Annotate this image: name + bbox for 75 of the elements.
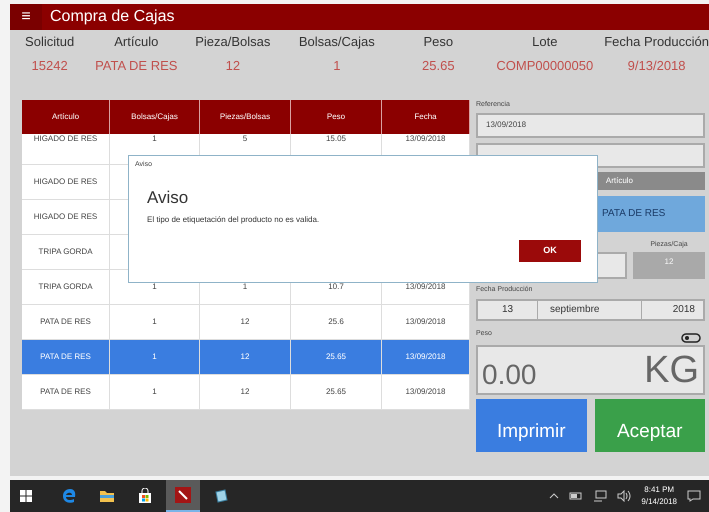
windows-start-icon[interactable] bbox=[20, 490, 32, 502]
reference-field[interactable]: 13/09/2018 bbox=[476, 112, 705, 138]
table-cell: PATA DE RES bbox=[40, 317, 91, 327]
table-cell: 12 bbox=[240, 387, 250, 397]
summary-label: Artículo bbox=[114, 33, 158, 51]
pieces-field: 12 bbox=[633, 252, 705, 279]
weight-unit: KG bbox=[644, 350, 699, 388]
weight-value: 0.00 bbox=[482, 360, 536, 388]
battery-icon[interactable] bbox=[569, 492, 584, 500]
column-header: Piezas/Bolsas bbox=[200, 100, 291, 134]
column-header: Bolsas/Cajas bbox=[110, 100, 200, 134]
summary-value: 12 bbox=[226, 56, 240, 74]
table-cell: HIGADO DE RES bbox=[34, 134, 98, 144]
month-text: septiembre bbox=[538, 300, 642, 318]
shopping-bag-icon bbox=[137, 488, 153, 504]
table-cell: HIGADO DE RES bbox=[34, 212, 98, 222]
summary-value: 15242 bbox=[32, 56, 68, 74]
table-cell: 25.6 bbox=[328, 317, 344, 327]
menu-icon[interactable]: ≡ bbox=[10, 4, 42, 30]
table-cell: 12 bbox=[240, 317, 250, 327]
summary-value: PATA DE RES bbox=[95, 56, 178, 74]
summary-label: Lote bbox=[532, 33, 558, 51]
notification-icon[interactable] bbox=[687, 490, 701, 502]
app-icon bbox=[175, 487, 191, 503]
browser-e-icon bbox=[61, 488, 77, 504]
table-cell: 1 bbox=[242, 282, 248, 292]
column-header: Fecha bbox=[382, 100, 470, 134]
day-text: 13 bbox=[478, 300, 538, 318]
dialog-message: El tipo de etiquetación del producto no es valida. bbox=[147, 214, 320, 226]
clock-date: 9/14/2018 bbox=[641, 496, 677, 508]
summary-label: Peso bbox=[424, 33, 454, 51]
column-header: Peso bbox=[291, 100, 382, 134]
summary-value: 1 bbox=[333, 56, 340, 74]
table-cell: 25.65 bbox=[326, 352, 346, 362]
table-cell: 13/09/2018 bbox=[405, 282, 446, 292]
table-cell: 1 bbox=[152, 282, 157, 292]
action-button[interactable]: Imprimir bbox=[476, 398, 586, 452]
date-picker[interactable]: 13 septiembre 2018 bbox=[476, 298, 705, 320]
table-cell: 13/09/2018 bbox=[405, 387, 446, 397]
summary-value: 9/13/2018 bbox=[628, 56, 686, 74]
table-cell: 13/09/2018 bbox=[405, 352, 446, 362]
table-cell: 1 bbox=[152, 387, 157, 397]
notepad-icon bbox=[213, 488, 229, 504]
folder-icon bbox=[99, 489, 115, 503]
table-cell: 25.65 bbox=[326, 387, 346, 397]
table-cell: 5 bbox=[242, 134, 248, 144]
network-icon[interactable] bbox=[593, 490, 608, 502]
table-cell: HIGADO DE RES bbox=[34, 177, 98, 187]
table-cell: PATA DE RES bbox=[40, 352, 91, 362]
chevron-up-icon[interactable] bbox=[549, 493, 560, 499]
year-text: 2018 bbox=[672, 303, 696, 317]
clock-time: 8:41 PM bbox=[644, 484, 674, 496]
table-cell: TRIPA GORDA bbox=[38, 247, 93, 257]
table-cell: 13/09/2018 bbox=[405, 134, 446, 144]
table-cell: 1 bbox=[152, 134, 157, 144]
ok-button[interactable]: OK bbox=[519, 240, 581, 262]
table-cell: PATA DE RES bbox=[40, 387, 91, 397]
table-cell: 15.05 bbox=[326, 134, 346, 144]
table-cell: 1 bbox=[152, 317, 157, 327]
summary-label: Pieza/Bolsas bbox=[195, 33, 270, 51]
window-title: Compra de Cajas bbox=[50, 7, 174, 27]
summary-label: Fecha Producción bbox=[604, 33, 709, 51]
volume-icon[interactable] bbox=[617, 490, 632, 502]
summary-value: COMP00000050 bbox=[496, 56, 594, 74]
table-cell: 13/09/2018 bbox=[405, 317, 446, 327]
summary-label: Solicitud bbox=[25, 33, 74, 51]
summary-value: 25.65 bbox=[422, 56, 455, 74]
summary-label: Bolsas/Cajas bbox=[298, 33, 375, 51]
table-cell: 10.7 bbox=[328, 282, 344, 292]
column-header: Artículo bbox=[22, 100, 110, 134]
dialog-title: Aviso bbox=[147, 186, 190, 208]
table-cell: TRIPA GORDA bbox=[38, 282, 93, 292]
table-cell: 1 bbox=[152, 352, 157, 362]
toggle-icon[interactable] bbox=[681, 332, 701, 342]
table-cell: 12 bbox=[240, 352, 250, 362]
